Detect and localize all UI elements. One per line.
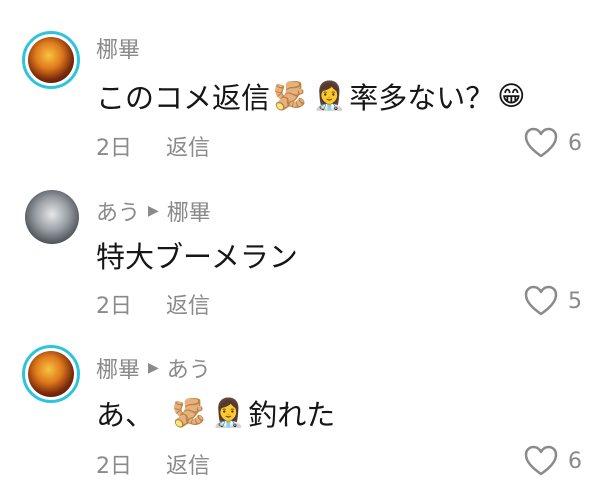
avatar[interactable] xyxy=(25,190,79,244)
reply-button[interactable]: 返信 xyxy=(166,130,210,162)
like-button[interactable]: 6 xyxy=(524,445,582,477)
timestamp: 2日 xyxy=(96,136,132,161)
reply-arrow-icon: ▶ xyxy=(148,360,159,376)
health-worker-emoji: 👩‍⚕️ xyxy=(211,398,246,429)
ginger-emoji: 🫚 xyxy=(172,398,206,429)
like-count: 6 xyxy=(568,130,582,156)
avatar[interactable] xyxy=(22,31,80,89)
author-name[interactable]: あう xyxy=(96,195,140,227)
like-button[interactable]: 5 xyxy=(524,285,582,317)
reply-button[interactable]: 返信 xyxy=(166,448,210,480)
grinning-emoji: 😁 xyxy=(497,80,526,112)
reply-to-name[interactable]: 梛畢 xyxy=(167,195,211,227)
reply-button[interactable]: 返信 xyxy=(166,288,210,320)
author-name[interactable]: 梛畢 xyxy=(96,352,140,384)
reply-to-name[interactable]: あう xyxy=(167,352,211,384)
avatar[interactable] xyxy=(22,345,80,403)
heart-icon xyxy=(524,285,558,316)
author-name[interactable]: 梛畢 xyxy=(96,32,140,64)
comment-text: このコメ返信 🫚 👩‍⚕️ 率多ない？ 😁 xyxy=(96,80,526,116)
timestamp: 2日 xyxy=(96,294,132,319)
heart-icon xyxy=(524,127,558,158)
reply-arrow-icon: ▶ xyxy=(148,203,159,219)
like-button[interactable]: 6 xyxy=(524,127,582,159)
timestamp: 2日 xyxy=(96,454,132,479)
like-count: 6 xyxy=(568,448,582,474)
comment-text: 特大ブーメラン xyxy=(96,240,298,274)
like-count: 5 xyxy=(568,288,582,314)
comment-text: あ、 🫚 👩‍⚕️ 釣れた xyxy=(96,398,336,432)
heart-icon xyxy=(524,445,558,476)
health-worker-emoji: 👩‍⚕️ xyxy=(312,81,347,112)
ginger-emoji: 🫚 xyxy=(273,81,307,112)
